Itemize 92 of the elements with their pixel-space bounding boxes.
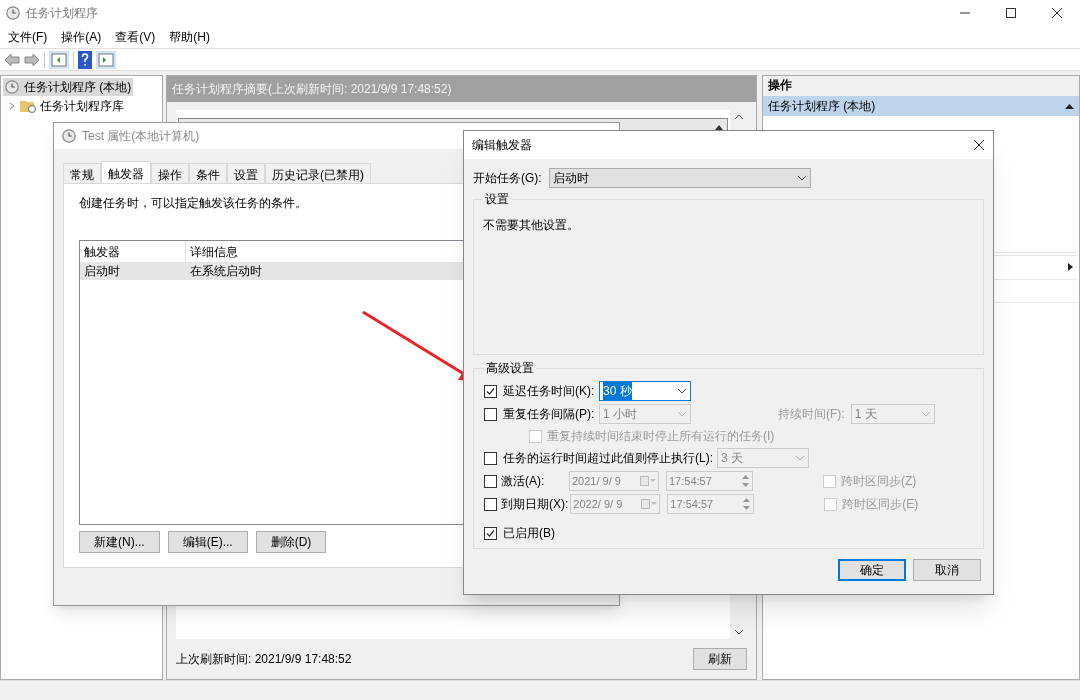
group-title: 设置 — [484, 191, 510, 208]
help-icon[interactable] — [78, 50, 92, 69]
time-value: 17:54:57 — [670, 496, 714, 512]
collapse-icon[interactable] — [1065, 103, 1074, 109]
checkbox[interactable] — [484, 407, 497, 421]
option-label: 任务的运行时间超过此值则停止执行(L): — [503, 450, 713, 467]
summary-header: 任务计划程序摘要(上次刷新时间: 2021/9/9 17:48:52) — [167, 76, 756, 102]
dropdown-value: 3 天 — [721, 450, 743, 467]
tab[interactable]: 常规 — [63, 163, 101, 183]
option-label: 跨时区同步(E) — [842, 496, 919, 513]
checkbox[interactable] — [484, 474, 497, 488]
tab[interactable]: 操作 — [151, 163, 189, 183]
chevron-down-icon — [797, 175, 807, 181]
refresh-button[interactable]: 刷新 — [693, 648, 747, 670]
tree-item[interactable]: 任务计划程序 (本地) — [3, 78, 134, 96]
table-cell-text: 在系统启动时 — [189, 263, 263, 280]
tree-item[interactable]: 任务计划程序库 — [1, 96, 124, 116]
submenu-arrow-icon[interactable] — [1068, 262, 1073, 271]
dialog-title: Test 属性(本地计算机) — [82, 128, 200, 145]
duration-dropdown[interactable]: 1 小时 — [599, 404, 691, 424]
date-value: 2022/ 9/ 9 — [573, 496, 623, 512]
dialog-button[interactable]: 取消 — [913, 559, 981, 581]
tab[interactable]: 触发器 — [101, 161, 151, 183]
menu-item[interactable]: 文件(F) — [8, 28, 48, 46]
duration-dropdown[interactable]: 3 天 — [717, 448, 809, 468]
dialog-button[interactable]: 确定 — [838, 559, 906, 581]
option-label: 到期日期(X): — [501, 496, 569, 513]
app-clock-icon — [6, 6, 20, 20]
window-title: 任务计划程序 — [26, 5, 98, 22]
back-arrow-icon[interactable] — [4, 52, 20, 67]
clock-icon — [62, 129, 76, 143]
trigger-action-button[interactable]: 新建(N)... — [79, 531, 160, 553]
scroll-up-icon[interactable] — [734, 114, 743, 119]
dropdown-value: 启动时 — [553, 170, 589, 187]
date-value: 2021/ 9/ 9 — [572, 473, 621, 489]
checkbox[interactable] — [484, 451, 497, 465]
close-icon[interactable] — [973, 139, 985, 151]
table-cell-text: 启动时 — [83, 263, 121, 280]
checkbox[interactable] — [484, 384, 497, 398]
dropdown-value: 30 秒 — [603, 382, 632, 400]
dialog-title: 编辑触发器 — [472, 137, 532, 154]
chevron-down-icon — [677, 411, 687, 417]
dropdown-value: 1 天 — [854, 406, 877, 423]
actions-header: 操作 — [763, 76, 1079, 96]
option-label: 已启用(B) — [503, 525, 555, 542]
tab[interactable]: 设置 — [227, 163, 265, 183]
duration-dropdown[interactable]: 30 秒 — [599, 381, 691, 401]
calendar-icon — [640, 476, 656, 486]
time-field[interactable]: 17:54:57 — [666, 471, 753, 491]
tab[interactable]: 历史记录(已禁用) — [265, 163, 371, 183]
field-label: 开始任务(G): — [473, 170, 543, 187]
expand-chevron-icon[interactable] — [8, 102, 16, 110]
date-picker[interactable]: 2021/ 9/ 9 — [569, 471, 659, 491]
spinner-icon — [741, 473, 750, 489]
menu-item[interactable]: 查看(V) — [115, 28, 156, 46]
checkbox[interactable] — [484, 526, 497, 540]
last-refresh-text: 上次刷新时间: 2021/9/9 17:48:52 — [176, 651, 352, 668]
duration-dropdown[interactable]: 1 天 — [850, 404, 935, 424]
checkbox[interactable] — [484, 497, 497, 511]
option-label: 重复持续时间结束时停止所有运行的任务(I) — [547, 428, 775, 445]
trigger-action-button[interactable]: 编辑(E)... — [167, 531, 248, 553]
trigger-action-button[interactable]: 删除(D) — [255, 531, 327, 553]
tab[interactable]: 条件 — [189, 163, 227, 183]
option-label: 激活(A): — [501, 473, 545, 490]
actions-group-header[interactable]: 任务计划程序 (本地) — [763, 96, 1079, 116]
option-label: 持续时间(F): — [778, 406, 845, 423]
forward-arrow-icon[interactable] — [24, 52, 40, 67]
menu-item[interactable]: 帮助(H) — [169, 28, 210, 46]
settings-text: 不需要其他设置。 — [483, 217, 580, 234]
panel-toggle-icon[interactable] — [96, 50, 116, 69]
scroll-down-icon[interactable] — [734, 630, 743, 635]
description-text: 创建任务时，可以指定触发该任务的条件。 — [79, 195, 307, 212]
time-value: 17:54:57 — [669, 473, 712, 489]
chevron-down-icon — [677, 388, 687, 394]
panel-toggle-icon[interactable] — [49, 50, 69, 69]
close-icon[interactable] — [1052, 8, 1062, 18]
date-picker[interactable]: 2022/ 9/ 9 — [570, 494, 661, 514]
menu-item[interactable]: 操作(A) — [61, 28, 102, 46]
option-label: 重复任务间隔(P): — [503, 406, 595, 423]
folder-clock-icon — [20, 99, 36, 113]
start-task-dropdown[interactable]: 启动时 — [549, 168, 811, 188]
chevron-down-icon — [795, 455, 805, 461]
chevron-down-icon — [920, 411, 931, 417]
calendar-icon — [641, 499, 658, 509]
option-label: 跨时区同步(Z) — [841, 473, 917, 490]
spinner-icon — [742, 496, 752, 512]
dropdown-value: 1 小时 — [603, 406, 637, 423]
group-title: 高级设置 — [485, 360, 535, 377]
maximize-icon[interactable] — [1006, 8, 1016, 18]
clock-icon — [5, 80, 19, 94]
option-label: 延迟任务时间(K): — [503, 383, 595, 400]
group-title: 任务计划程序 (本地) — [768, 98, 876, 115]
